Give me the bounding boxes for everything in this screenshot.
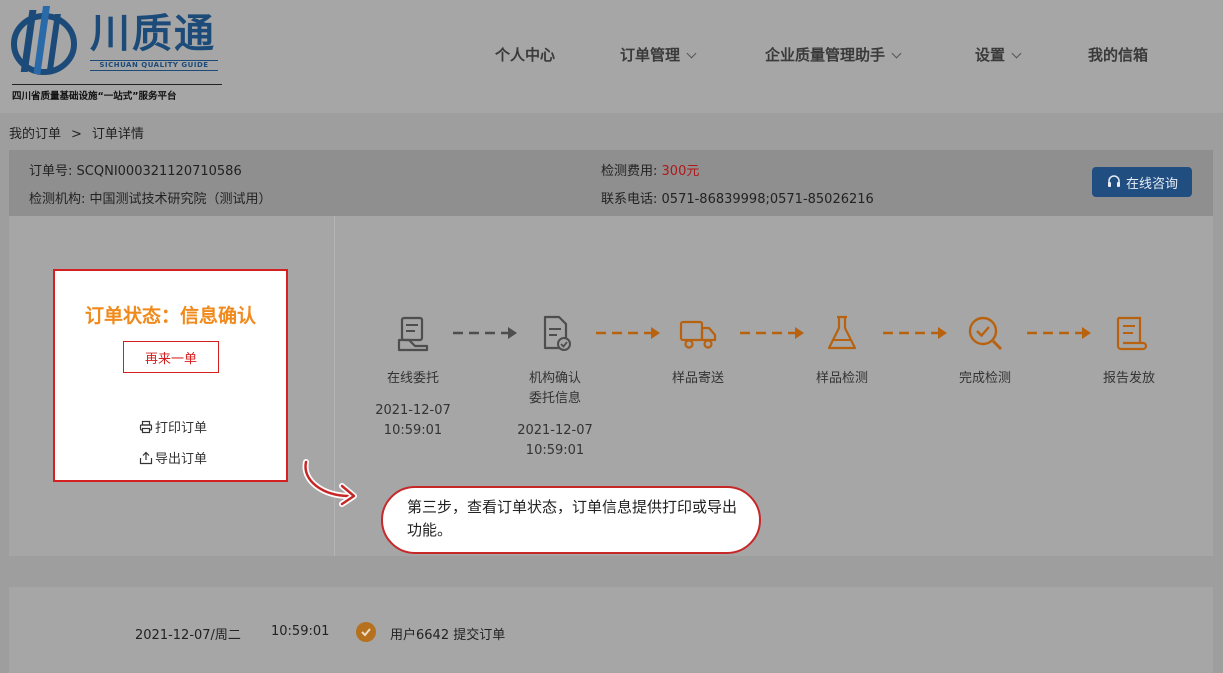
- step-label: 在线委托: [386, 371, 439, 386]
- fee-value: 300元: [661, 164, 700, 179]
- step-sample-testing: 样品检测: [787, 313, 897, 389]
- order-info-bar: 订单号: SCQNI000321120710586 检测机构: 中国测试技术研究…: [9, 150, 1213, 216]
- order-status-title: 订单状态：信息确认: [84, 305, 256, 327]
- chevron-down-icon: [686, 48, 697, 59]
- entrust-icon: [397, 316, 429, 352]
- order-history-panel: 2021-12-07/周二 10:59:01 用户6642 提交订单: [9, 587, 1213, 673]
- breadcrumb: 我的订单 > 订单详情: [9, 123, 144, 142]
- brand-slogan: 四川省质量基础设施“一站式”服务平台: [12, 84, 222, 102]
- magnifier-check-icon: [968, 316, 1003, 351]
- report-scroll-icon: [1116, 316, 1148, 351]
- agency-value: 中国测试技术研究院（测试用）: [89, 192, 272, 207]
- printer-icon: [139, 420, 153, 433]
- testing-fee: 检测费用: 300元: [601, 160, 699, 179]
- history-date: 2021-12-07/周二: [135, 628, 241, 643]
- export-icon: [139, 451, 153, 464]
- logo-emblem-icon: [11, 6, 77, 75]
- reorder-button[interactable]: 再来一单: [123, 341, 219, 373]
- brand-english: SICHUAN QUALITY GUIDE: [90, 60, 218, 71]
- contact-phone: 联系电话: 0571-86839998;0571-85026216: [601, 188, 874, 207]
- step-online-entrust: 在线委托 2021-12-07 10:59:01: [358, 313, 468, 441]
- print-order-label: 打印订单: [155, 421, 208, 436]
- confirm-document-icon: [543, 315, 571, 351]
- step-label-line2: 委托信息: [528, 391, 581, 406]
- order-number-value: SCQNI000321120710586: [76, 164, 242, 179]
- step-label: 报告发放: [1102, 371, 1155, 386]
- fee-label: 检测费用:: [601, 164, 658, 179]
- step-time: 10:59:01: [525, 443, 585, 458]
- print-order-link[interactable]: 打印订单: [139, 417, 207, 436]
- nav-settings[interactable]: 设置: [975, 44, 1022, 64]
- step-date: 2021-12-07: [517, 423, 593, 438]
- order-number: 订单号: SCQNI000321120710586: [29, 160, 242, 179]
- brand-logo[interactable]: 川质通 SICHUAN QUALITY GUIDE 四川省质量基础设施“一站式”…: [10, 6, 222, 102]
- nav-order-management[interactable]: 订单管理: [620, 44, 697, 64]
- step-label: 样品检测: [815, 371, 868, 386]
- order-number-label: 订单号:: [29, 164, 73, 179]
- top-header: 川质通 SICHUAN QUALITY GUIDE 四川省质量基础设施“一站式”…: [0, 0, 1223, 113]
- order-status-panel: 订单状态：信息确认 再来一单 打印订单 导出订单: [53, 269, 288, 482]
- step-time: 10:59:01: [383, 423, 443, 438]
- brand-name: 川质通: [90, 11, 216, 57]
- step-date: 2021-12-07: [375, 403, 451, 418]
- step-label: 样品寄送: [671, 371, 724, 386]
- callout-curved-arrow-icon: [302, 459, 357, 507]
- step-report-issue: 报告发放: [1074, 313, 1184, 389]
- consult-label: 在线咨询: [1125, 176, 1178, 192]
- export-order-link[interactable]: 导出订单: [139, 448, 207, 467]
- history-time: 10:59:01: [271, 624, 330, 639]
- phone-label: 联系电话:: [601, 192, 658, 207]
- nav-personal-label: 个人中心: [495, 46, 556, 64]
- testing-agency: 检测机构: 中国测试技术研究院（测试用）: [29, 188, 272, 207]
- breadcrumb-current: 订单详情: [91, 127, 144, 142]
- step-label: 机构确认 委托信息: [500, 369, 610, 409]
- chevron-down-icon: [891, 48, 902, 59]
- step-agency-confirm: 机构确认委托信息 2021-12-07 10:59:01: [500, 313, 610, 461]
- breadcrumb-separator: >: [71, 127, 82, 142]
- headset-icon: [1107, 175, 1120, 187]
- nav-settings-label: 设置: [975, 46, 1006, 64]
- online-consult-button[interactable]: 在线咨询: [1092, 167, 1192, 197]
- agency-label: 检测机构:: [29, 192, 86, 207]
- history-check-icon: [356, 622, 376, 642]
- nav-quality-assistant[interactable]: 企业质量管理助手: [765, 44, 902, 64]
- nav-mailbox-label: 我的信箱: [1088, 46, 1149, 64]
- step-sample-shipping: 样品寄送: [643, 313, 753, 389]
- tutorial-callout: 第三步，查看订单状态，订单信息提供打印或导出功能。: [381, 486, 761, 554]
- phone-value: 0571-86839998;0571-85026216: [661, 192, 874, 207]
- step-label: 完成检测: [958, 371, 1011, 386]
- step-label-line1: 机构确认: [528, 371, 581, 386]
- nav-orders-label: 订单管理: [620, 46, 681, 64]
- breadcrumb-my-orders[interactable]: 我的订单: [9, 127, 61, 142]
- export-order-label: 导出订单: [155, 452, 208, 467]
- nav-mailbox[interactable]: 我的信箱: [1088, 44, 1148, 64]
- nav-personal-center[interactable]: 个人中心: [495, 44, 555, 64]
- chevron-down-icon: [1011, 48, 1022, 59]
- truck-icon: [679, 320, 717, 349]
- history-event: 用户6642 提交订单: [390, 628, 506, 643]
- step-testing-complete: 完成检测: [930, 313, 1040, 389]
- flask-icon: [827, 315, 857, 350]
- nav-assistant-label: 企业质量管理助手: [765, 46, 886, 64]
